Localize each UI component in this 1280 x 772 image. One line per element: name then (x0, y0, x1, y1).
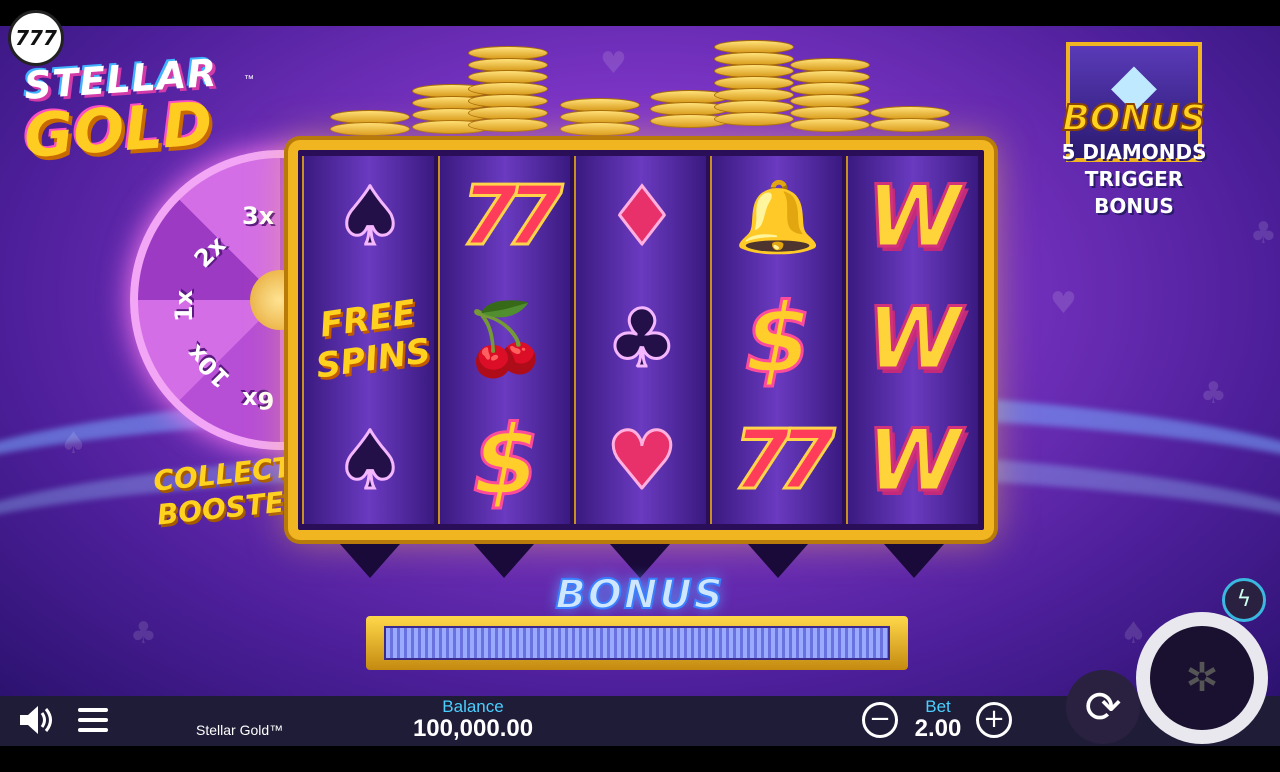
reel-1: ♠ FREE SPINS ♠ (302, 156, 434, 524)
wheel-segment: 2x (188, 230, 232, 274)
autoplay-icon: ⟳ (1084, 681, 1122, 733)
increase-bet-button[interactable]: + (976, 702, 1012, 738)
spin-button[interactable]: ✲ (1136, 612, 1268, 744)
wild-symbol: W (865, 411, 963, 511)
decor-spade-icon: ♠ (1120, 616, 1147, 651)
coin-pile (468, 46, 548, 132)
decor-club-icon: ♣ (130, 616, 157, 651)
bonus-info-panel: ◆ BONUS 5 DIAMONDS TRIGGER BONUS (1054, 42, 1214, 220)
reel-4: 🔔 $ 77 (710, 156, 842, 524)
reel-2: 77 🍒 $ (438, 156, 570, 524)
reel-pointer (748, 544, 808, 578)
free-spins-symbol: FREE SPINS (307, 291, 432, 387)
dollar-symbol: $ (743, 283, 813, 395)
reel-pointer (474, 544, 534, 578)
lightning-icon: ϟ (1236, 587, 1252, 612)
reel-cell: 🍒 (440, 278, 572, 400)
menu-button[interactable] (76, 704, 110, 740)
reel-cell: ♥ (576, 400, 708, 522)
bonus-meter-track (384, 626, 890, 660)
turbo-button[interactable]: ϟ (1222, 578, 1266, 622)
bet-label: Bet (925, 697, 951, 716)
bonus-meter (366, 616, 908, 670)
game-name: Stellar Gold™ (196, 722, 284, 738)
collect-booster-label: COLLECT BOOSTER (152, 450, 307, 532)
wheel-segment: 3x (242, 202, 275, 230)
dollar-symbol: $ (471, 405, 541, 517)
coin-pile (790, 58, 870, 132)
reel-cell: W (848, 156, 980, 278)
decor-club-icon: ♣ (1200, 376, 1227, 411)
game-logo: STELLAR GOLD ™ (21, 51, 254, 176)
reel-cell: 77 (712, 400, 844, 522)
bonus-title: BONUS (1061, 97, 1206, 140)
autoplay-button[interactable]: ⟳ (1066, 670, 1140, 744)
reel-frame: ♠ FREE SPINS ♠ 77 🍒 $ ♦ ♣ ♥ 🔔 $ 77 W W W (288, 140, 994, 540)
plus-icon: + (983, 704, 1005, 734)
bottom-strip (0, 746, 1280, 772)
balance-value: 100,000.00 (412, 715, 534, 742)
trademark: ™ (244, 74, 254, 85)
reel-cell: W (848, 278, 980, 400)
spin-icon: ✲ (1185, 655, 1219, 701)
bonus-line-1: 5 DIAMONDS (1061, 140, 1207, 164)
wheel-segment: 6x (242, 386, 275, 414)
reel-cell: FREE SPINS (304, 278, 436, 400)
reel-cell: ♠ (304, 156, 436, 278)
reel-pointer (340, 544, 400, 578)
spade-icon: ♠ (333, 414, 408, 507)
coin-pile (870, 106, 950, 132)
diamond-icon: ♦ (605, 170, 680, 263)
seven-symbol: 77 (731, 413, 836, 508)
decor-heart-icon: ♥ (600, 46, 627, 81)
speaker-icon (20, 706, 52, 734)
reel-cell: ♦ (576, 156, 708, 278)
bonus-line-2: TRIGGER BONUS (1084, 167, 1184, 218)
seven-symbol: 77 (459, 169, 564, 264)
wheel-segment: 1x (170, 289, 199, 323)
wild-symbol: W (865, 289, 963, 389)
reel-cell: ♣ (576, 278, 708, 400)
decor-spade-icon: ♠ (60, 426, 87, 461)
sound-button[interactable] (16, 700, 56, 744)
club-icon: ♣ (605, 292, 680, 385)
decor-heart-icon: ♥ (1050, 286, 1077, 321)
coin-pile (330, 110, 410, 136)
wild-symbol: W (865, 167, 963, 267)
reel-cell: $ (440, 400, 572, 522)
bonus-label: BONUS (554, 571, 725, 619)
wheel-segment: 10x (181, 338, 236, 394)
reel-3: ♦ ♣ ♥ (574, 156, 706, 524)
balance-label: Balance (442, 697, 504, 716)
logo-line2: GOLD (21, 88, 215, 172)
decrease-bet-button[interactable]: − (862, 702, 898, 738)
reel-cell: 77 (440, 156, 572, 278)
top-bar (0, 0, 1280, 26)
minus-icon: − (869, 704, 891, 734)
cherry-icon: 🍒 (462, 298, 550, 380)
reel-cell: 🔔 (712, 156, 844, 278)
bell-icon: 🔔 (734, 176, 822, 258)
reel-pointer (884, 544, 944, 578)
decor-club-icon: ♣ (1250, 216, 1277, 251)
reel-cell: $ (712, 278, 844, 400)
coin-pile (560, 98, 640, 136)
spade-icon: ♠ (333, 170, 408, 263)
reel-cell: W (848, 400, 980, 522)
coin-pile (714, 40, 794, 126)
bet-value: 2.00 (914, 715, 962, 742)
reel-cell: ♠ (304, 400, 436, 522)
reel-5: W W W (846, 156, 978, 524)
heart-icon: ♥ (605, 414, 680, 507)
hamburger-menu-icon (78, 708, 108, 732)
